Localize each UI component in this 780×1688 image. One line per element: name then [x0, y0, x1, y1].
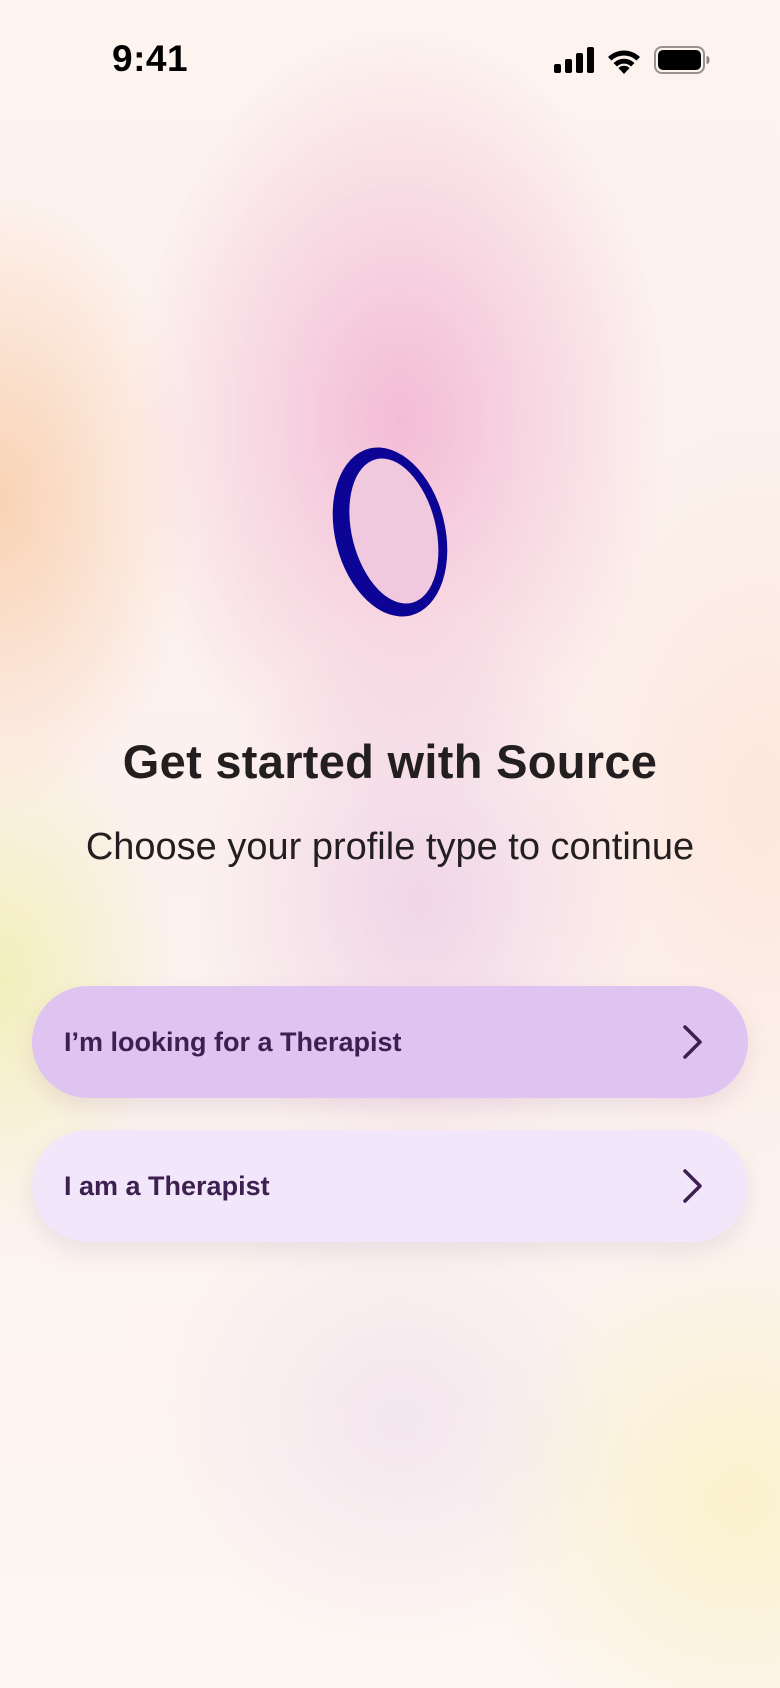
i-am-therapist-button[interactable]: I am a Therapist: [32, 1130, 748, 1242]
battery-icon: [654, 46, 710, 74]
status-icons: [554, 44, 710, 76]
status-time: 9:41: [112, 38, 189, 79]
status-bar: 9:41: [0, 0, 780, 120]
wifi-icon: [608, 50, 640, 74]
looking-for-therapist-button[interactable]: I’m looking for a Therapist: [32, 986, 748, 1098]
i-am-therapist-label: I am a Therapist: [64, 1170, 270, 1201]
page-subtitle: Choose your profile type to continue: [85, 826, 695, 868]
chevron-right-icon: [683, 1169, 702, 1203]
cellular-signal-icon: [554, 47, 594, 73]
source-logo-icon: [332, 447, 448, 617]
chevron-right-icon: [683, 1025, 702, 1059]
looking-for-therapist-label: I’m looking for a Therapist: [64, 1026, 402, 1057]
page-title: Get started with Source: [122, 735, 658, 788]
